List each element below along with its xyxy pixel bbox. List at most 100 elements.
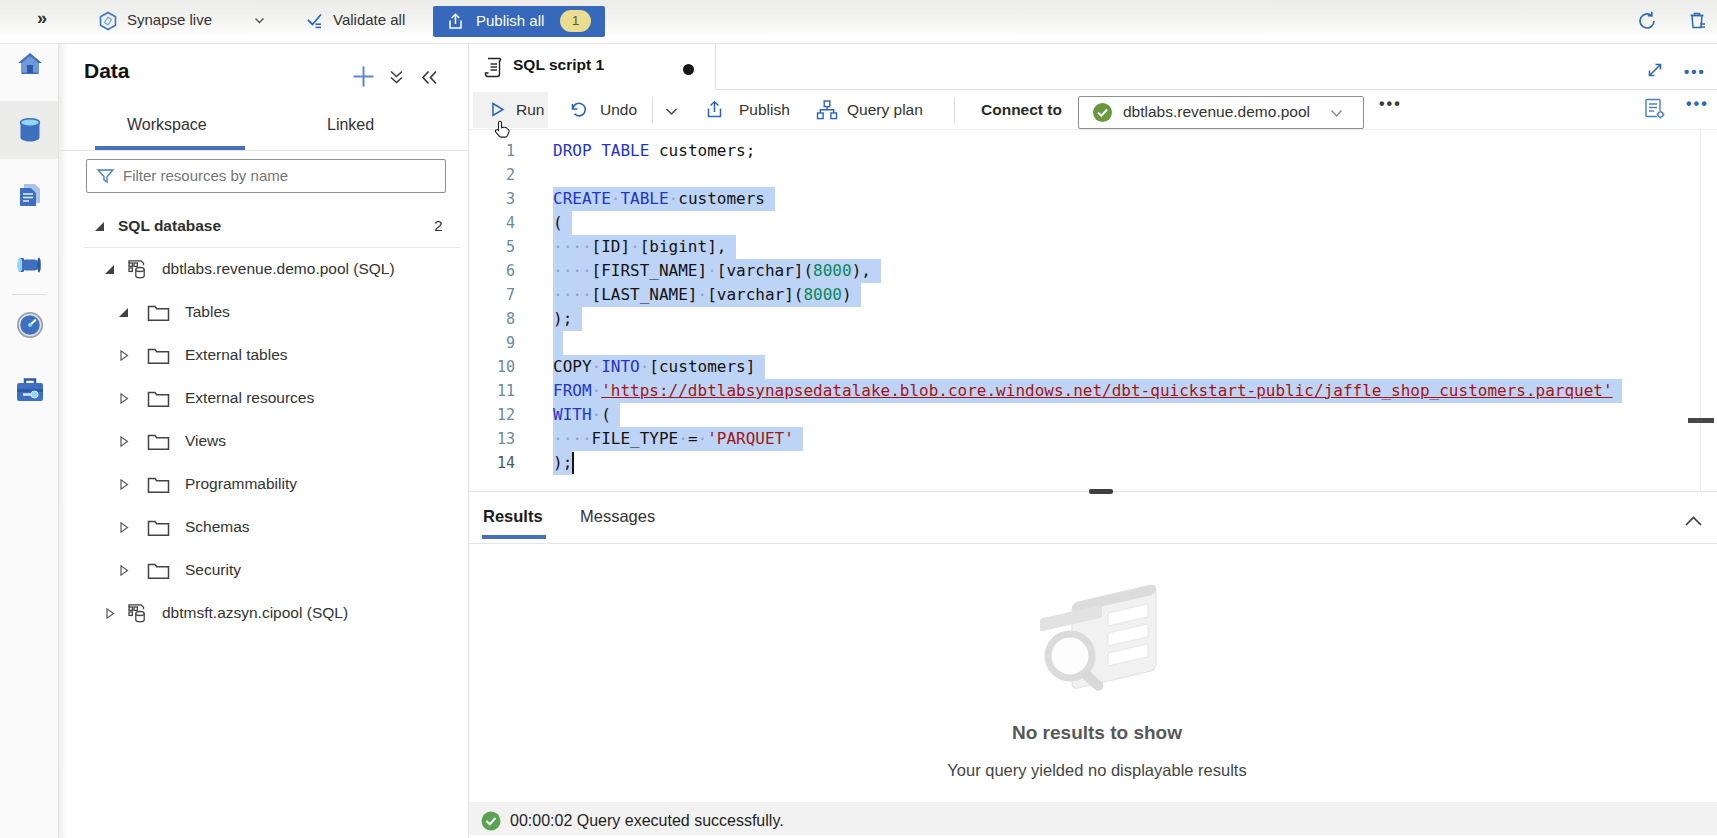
pool-dropdown[interactable]: dbtlabs.revenue.demo.pool bbox=[1078, 96, 1364, 129]
synapse-live-selector[interactable]: Synapse live bbox=[96, 8, 276, 36]
tab-workspace-underline bbox=[95, 146, 245, 150]
validate-all-button[interactable]: Validate all bbox=[305, 8, 425, 36]
caret-collapsed-icon[interactable] bbox=[117, 435, 130, 448]
panel-tabs-divider bbox=[58, 150, 468, 151]
caret-collapsed-icon[interactable] bbox=[117, 564, 130, 577]
data-panel-title: Data bbox=[84, 59, 130, 83]
sidebar-item-integrate[interactable] bbox=[14, 250, 46, 280]
overview-ruler-line bbox=[1700, 130, 1701, 491]
line-number: 6 bbox=[465, 259, 515, 283]
code-text: ····[FIRST_NAME]·[varchar](8000), bbox=[553, 259, 871, 283]
caret-expanded-icon[interactable] bbox=[103, 263, 116, 276]
filter-placeholder: Filter resources by name bbox=[123, 167, 288, 184]
undo-button[interactable]: Undo bbox=[568, 92, 646, 128]
editor-expand-icon[interactable] bbox=[1645, 60, 1665, 80]
line-number: 5 bbox=[465, 235, 515, 259]
pool-dropdown-chevron-icon bbox=[1329, 107, 1344, 120]
publish-all-label: Publish all bbox=[476, 12, 544, 29]
caret-collapsed-icon[interactable] bbox=[117, 521, 130, 534]
synapse-app: » Synapse live Validate all Publish all … bbox=[0, 0, 1717, 838]
line-number: 7 bbox=[465, 283, 515, 307]
toolbar-more-icon[interactable]: ••• bbox=[1379, 95, 1402, 113]
tree-item-label: dbtmsft.azsyn.cipool (SQL) bbox=[162, 595, 348, 631]
no-results-title: No results to show bbox=[947, 722, 1247, 744]
publish-button[interactable]: Publish bbox=[704, 92, 796, 128]
no-results-subtitle: Your query yielded no displayable result… bbox=[947, 761, 1247, 780]
folder-icon bbox=[147, 561, 170, 580]
code-text: DROP TABLE customers; bbox=[553, 139, 755, 163]
sidebar-item-develop[interactable] bbox=[16, 181, 44, 209]
script-properties-icon[interactable] bbox=[1643, 97, 1667, 121]
code-text: FROM·'https://dbtlabsynapsedatalake.blob… bbox=[553, 379, 1613, 403]
publish-icon bbox=[704, 99, 725, 120]
tree-item-label: Programmability bbox=[185, 466, 297, 502]
rail-divider bbox=[12, 294, 46, 295]
tab-results[interactable]: Results bbox=[483, 507, 543, 526]
tree-item-views[interactable]: Views bbox=[58, 423, 468, 459]
sql-script-tab-title: SQL script 1 bbox=[513, 56, 604, 74]
refresh-icon[interactable] bbox=[1636, 10, 1658, 32]
pool-dropdown-value: dbtlabs.revenue.demo.pool bbox=[1123, 103, 1310, 121]
tree-item-dbtmsft-azsyn-cipool-sql-[interactable]: dbtmsft.azsyn.cipool (SQL) bbox=[58, 595, 468, 631]
tree-item-security[interactable]: Security bbox=[58, 552, 468, 588]
tree-item-sql-database[interactable]: SQL database2 bbox=[58, 208, 468, 244]
tree-item-schemas[interactable]: Schemas bbox=[58, 509, 468, 545]
sidebar-item-home[interactable] bbox=[16, 50, 44, 78]
tree-item-label: dbtlabs.revenue.demo.pool (SQL) bbox=[162, 251, 395, 287]
line-number: 10 bbox=[465, 355, 515, 379]
tree-item-label: Schemas bbox=[185, 509, 250, 545]
results-tabs-divider bbox=[469, 543, 1717, 544]
code-text: ····[LAST_NAME]·[varchar](8000) bbox=[553, 283, 852, 307]
tree-item-external-resources[interactable]: External resources bbox=[58, 380, 468, 416]
caret-expanded-icon[interactable] bbox=[117, 306, 130, 319]
code-text: ); bbox=[553, 307, 572, 331]
tab-row-more-icon[interactable]: ••• bbox=[1684, 63, 1706, 80]
undo-icon bbox=[568, 100, 588, 120]
caret-expanded-icon[interactable] bbox=[93, 220, 106, 233]
left-nav-rail bbox=[0, 44, 59, 838]
folder-icon bbox=[147, 432, 170, 451]
tab-messages[interactable]: Messages bbox=[580, 507, 655, 526]
caret-collapsed-icon[interactable] bbox=[117, 392, 130, 405]
sidebar-item-monitor[interactable] bbox=[15, 310, 45, 340]
tree-item-external-tables[interactable]: External tables bbox=[58, 337, 468, 373]
collapse-panel-icon[interactable] bbox=[419, 68, 440, 87]
collapse-all-icon[interactable] bbox=[387, 68, 406, 87]
sidebar-item-data[interactable] bbox=[16, 116, 44, 144]
editor-more-icon[interactable]: ••• bbox=[1686, 95, 1709, 113]
caret-collapsed-icon[interactable] bbox=[103, 607, 116, 620]
toolbar-divider bbox=[469, 129, 1717, 130]
pool-status-icon bbox=[1092, 102, 1113, 123]
line-number: 3 bbox=[465, 187, 515, 211]
sidebar-item-manage[interactable] bbox=[15, 375, 45, 405]
line-number: 1 bbox=[465, 139, 515, 163]
results-sash-handle[interactable] bbox=[1089, 489, 1113, 494]
discard-trash-icon[interactable] bbox=[1687, 10, 1709, 32]
sql-script-icon bbox=[482, 55, 505, 78]
query-plan-label: Query plan bbox=[847, 101, 923, 119]
query-plan-button[interactable]: Query plan bbox=[816, 92, 936, 128]
cursor-hand bbox=[494, 120, 511, 139]
tree-item-dbtlabs-revenue-demo-pool-sql-[interactable]: dbtlabs.revenue.demo.pool (SQL) bbox=[58, 251, 468, 287]
publish-all-button[interactable]: Publish all 1 bbox=[433, 6, 605, 37]
folder-icon bbox=[147, 475, 170, 494]
run-options-chevron-icon[interactable] bbox=[663, 103, 680, 120]
results-collapse-icon[interactable] bbox=[1682, 510, 1705, 533]
sql-script-tab[interactable]: SQL script 1 bbox=[469, 44, 716, 89]
caret-collapsed-icon[interactable] bbox=[117, 349, 130, 362]
tree-item-label: Security bbox=[185, 552, 241, 588]
caret-collapsed-icon[interactable] bbox=[117, 478, 130, 491]
code-text: WITH·( bbox=[553, 403, 611, 427]
code-text: ····FILE_TYPE·=·'PARQUET' bbox=[553, 427, 794, 451]
tree-item-programmability[interactable]: Programmability bbox=[58, 466, 468, 502]
selection-highlight bbox=[553, 331, 563, 355]
query-plan-icon bbox=[816, 99, 838, 121]
status-success-icon bbox=[481, 811, 501, 831]
tab-workspace[interactable]: Workspace bbox=[127, 116, 207, 134]
add-resource-icon[interactable] bbox=[352, 65, 375, 88]
tab-linked[interactable]: Linked bbox=[327, 116, 374, 134]
sidebar-expand-icon[interactable]: » bbox=[37, 8, 47, 29]
tree-item-tables[interactable]: Tables bbox=[58, 294, 468, 330]
tree-item-label: External resources bbox=[185, 380, 314, 416]
filter-input[interactable]: Filter resources by name bbox=[86, 159, 446, 193]
